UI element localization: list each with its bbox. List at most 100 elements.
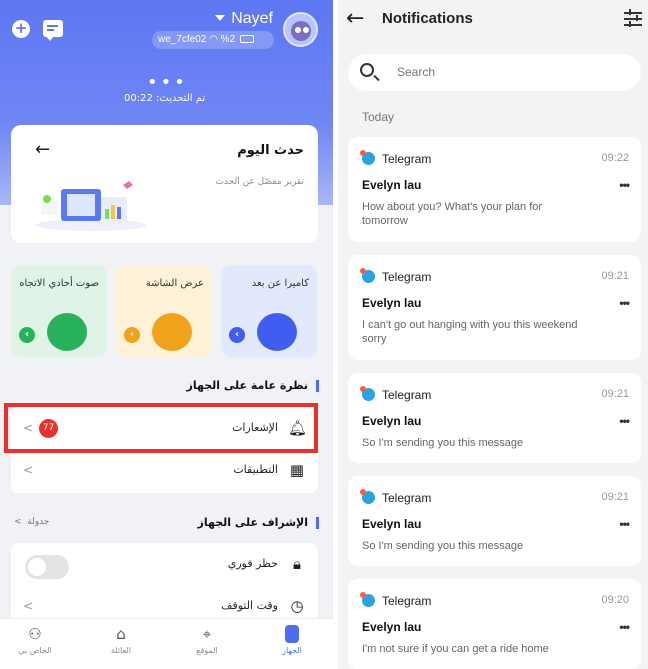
chevron-left-icon: ‹ [229,327,245,343]
device-supervision-title: الإشراف على الجهاز [197,517,319,529]
more-icon[interactable]: ••• [619,414,630,428]
row-label: حظر فوري [227,557,278,570]
notification-app: Telegram [382,152,432,166]
more-icon[interactable]: ••• [619,620,630,634]
tab-label: العائلة [110,646,132,655]
location-icon: ⌖ [202,625,212,643]
notification-time: 09:21 [601,491,629,503]
search-input[interactable]: Search [348,54,641,91]
notification-sender: Evelyn lau [362,296,422,310]
chevron-down-icon[interactable] [215,15,225,21]
telegram-icon [360,268,375,283]
headphones-icon [47,313,87,351]
today-event-card[interactable]: ← حدث اليوم تقرير مفصّل عن الحدث [11,125,318,243]
message-icon[interactable] [43,20,63,41]
notification-time: 09:21 [601,270,629,282]
instant-block-row: حظر فوري 🔒︎ [11,545,318,585]
tile-screen-mirror[interactable]: عرض الشاشة ‹ [116,265,212,357]
telegram-icon [360,489,375,504]
notification-body: So I'm sending you this message [362,437,524,449]
highlight-box [4,403,318,453]
notification-app: Telegram [382,270,432,284]
report-subtitle: تقرير مفصّل عن الحدث [215,177,304,187]
parental-app-screen: + Nayef we_7cfe02 ◠ %2 ••• تم التحديث: 0… [0,0,333,669]
report-title: حدث اليوم [237,143,304,158]
notification-card[interactable]: Telegram 09:21 Evelyn lau ••• I can't go… [348,255,641,360]
more-icon[interactable]: ••• [619,517,630,531]
row-label: وقت التوقف [221,599,278,612]
search-icon [360,63,374,77]
notification-time: 09:20 [601,594,629,606]
clock-icon: ◷ [290,597,304,615]
notification-body: So I'm sending you this message [362,540,524,552]
battery-icon [239,35,254,43]
bottom-tab-bar: ⚇ الخاص بي ⌂ العائلة ⌖ الموقع الجهاز [0,618,333,669]
report-illustration [36,181,146,231]
avatar[interactable] [283,12,318,47]
more-icon[interactable]: ••• [619,178,630,192]
notification-card[interactable]: Telegram 09:21 Evelyn lau ••• So I'm sen… [348,476,641,566]
telegram-icon [360,386,375,401]
notifications-screen: ← Notifications Search Today Telegram 09… [338,0,648,669]
page-dots-icon: ••• [147,72,188,93]
notification-card[interactable]: Telegram 09:21 Evelyn lau ••• So I'm sen… [348,373,641,463]
chevron-left-icon: ‹ [124,327,140,343]
person-icon: ⚇ [28,625,42,643]
notification-sender: Evelyn lau [362,414,422,428]
filter-icon[interactable] [624,9,642,27]
tile-label: كاميرا عن بعد [251,278,309,289]
tile-label: صوت أحادي الاتجاه [19,278,99,289]
chevron-left-icon: ‹ [19,327,35,343]
apps-grid-icon: ▦ [289,461,305,479]
section-label: Today [362,110,395,124]
camera-icon [257,313,297,351]
telegram-icon [360,592,375,607]
apps-row[interactable]: < التطبيقات ▦ [11,451,318,491]
tab-location[interactable]: ⌖ الموقع [172,625,242,655]
device-status-chip: we_7cfe02 ◠ %2 [152,31,274,49]
search-placeholder: Search [397,65,436,79]
arrow-left-icon[interactable]: ← [346,6,364,31]
phone-icon [285,625,299,643]
add-icon[interactable]: + [12,20,30,38]
notification-card[interactable]: Telegram 09:20 Evelyn lau ••• I'm not su… [348,579,641,669]
screen-icon [152,313,192,351]
battery-level: %2 [220,34,236,45]
notification-app: Telegram [382,491,432,505]
supervision-list: حظر فوري 🔒︎ < وقت التوقف ◷ [11,543,318,623]
page-title: Notifications [382,10,473,27]
device-id: we_7cfe02 [158,34,207,45]
tab-label: الجهاز [282,646,302,655]
chevron-left-icon: < [23,599,34,613]
tab-family[interactable]: ⌂ العائلة [86,625,156,655]
tab-device[interactable]: الجهاز [257,625,327,655]
tab-label: الخاص بي [18,646,52,655]
lock-icon: 🔒︎ [293,555,301,573]
telegram-icon [360,150,375,165]
notification-time: 09:21 [601,388,629,400]
more-icon[interactable]: ••• [619,296,630,310]
notification-body: I'm not sure if you can get a ride home [362,643,549,655]
schedule-link-label: جدولة [27,517,50,527]
tile-remote-camera[interactable]: كاميرا عن بعد ‹ [221,265,317,357]
instant-block-toggle[interactable] [25,555,69,579]
chevron-left-icon: < [23,463,34,477]
notification-sender: Evelyn lau [362,178,422,192]
last-update-text: تم التحديث: 00:22 [124,93,206,104]
row-label: التطبيقات [233,463,278,476]
schedule-link[interactable]: < جدولة [14,517,49,527]
notification-body: How about you? What's your plan for tomo… [362,201,543,227]
notification-sender: Evelyn lau [362,517,422,531]
notification-sender: Evelyn lau [362,620,422,634]
notification-body: I can't go out hanging with you this wee… [362,319,578,345]
arrow-left-icon[interactable]: ← [35,139,50,160]
tile-one-way-audio[interactable]: صوت أحادي الاتجاه ‹ [11,265,107,357]
home-icon: ⌂ [116,625,126,643]
notification-card[interactable]: Telegram 09:22 Evelyn lau ••• How about … [348,137,641,242]
wifi-icon: ◠ [209,34,221,45]
notification-time: 09:22 [601,152,629,164]
tab-label: الموقع [196,646,218,655]
device-overview-title: نظرة عامة على الجهاز [187,380,319,392]
user-name[interactable]: Nayef [231,10,273,28]
tab-mine[interactable]: ⚇ الخاص بي [0,625,70,655]
